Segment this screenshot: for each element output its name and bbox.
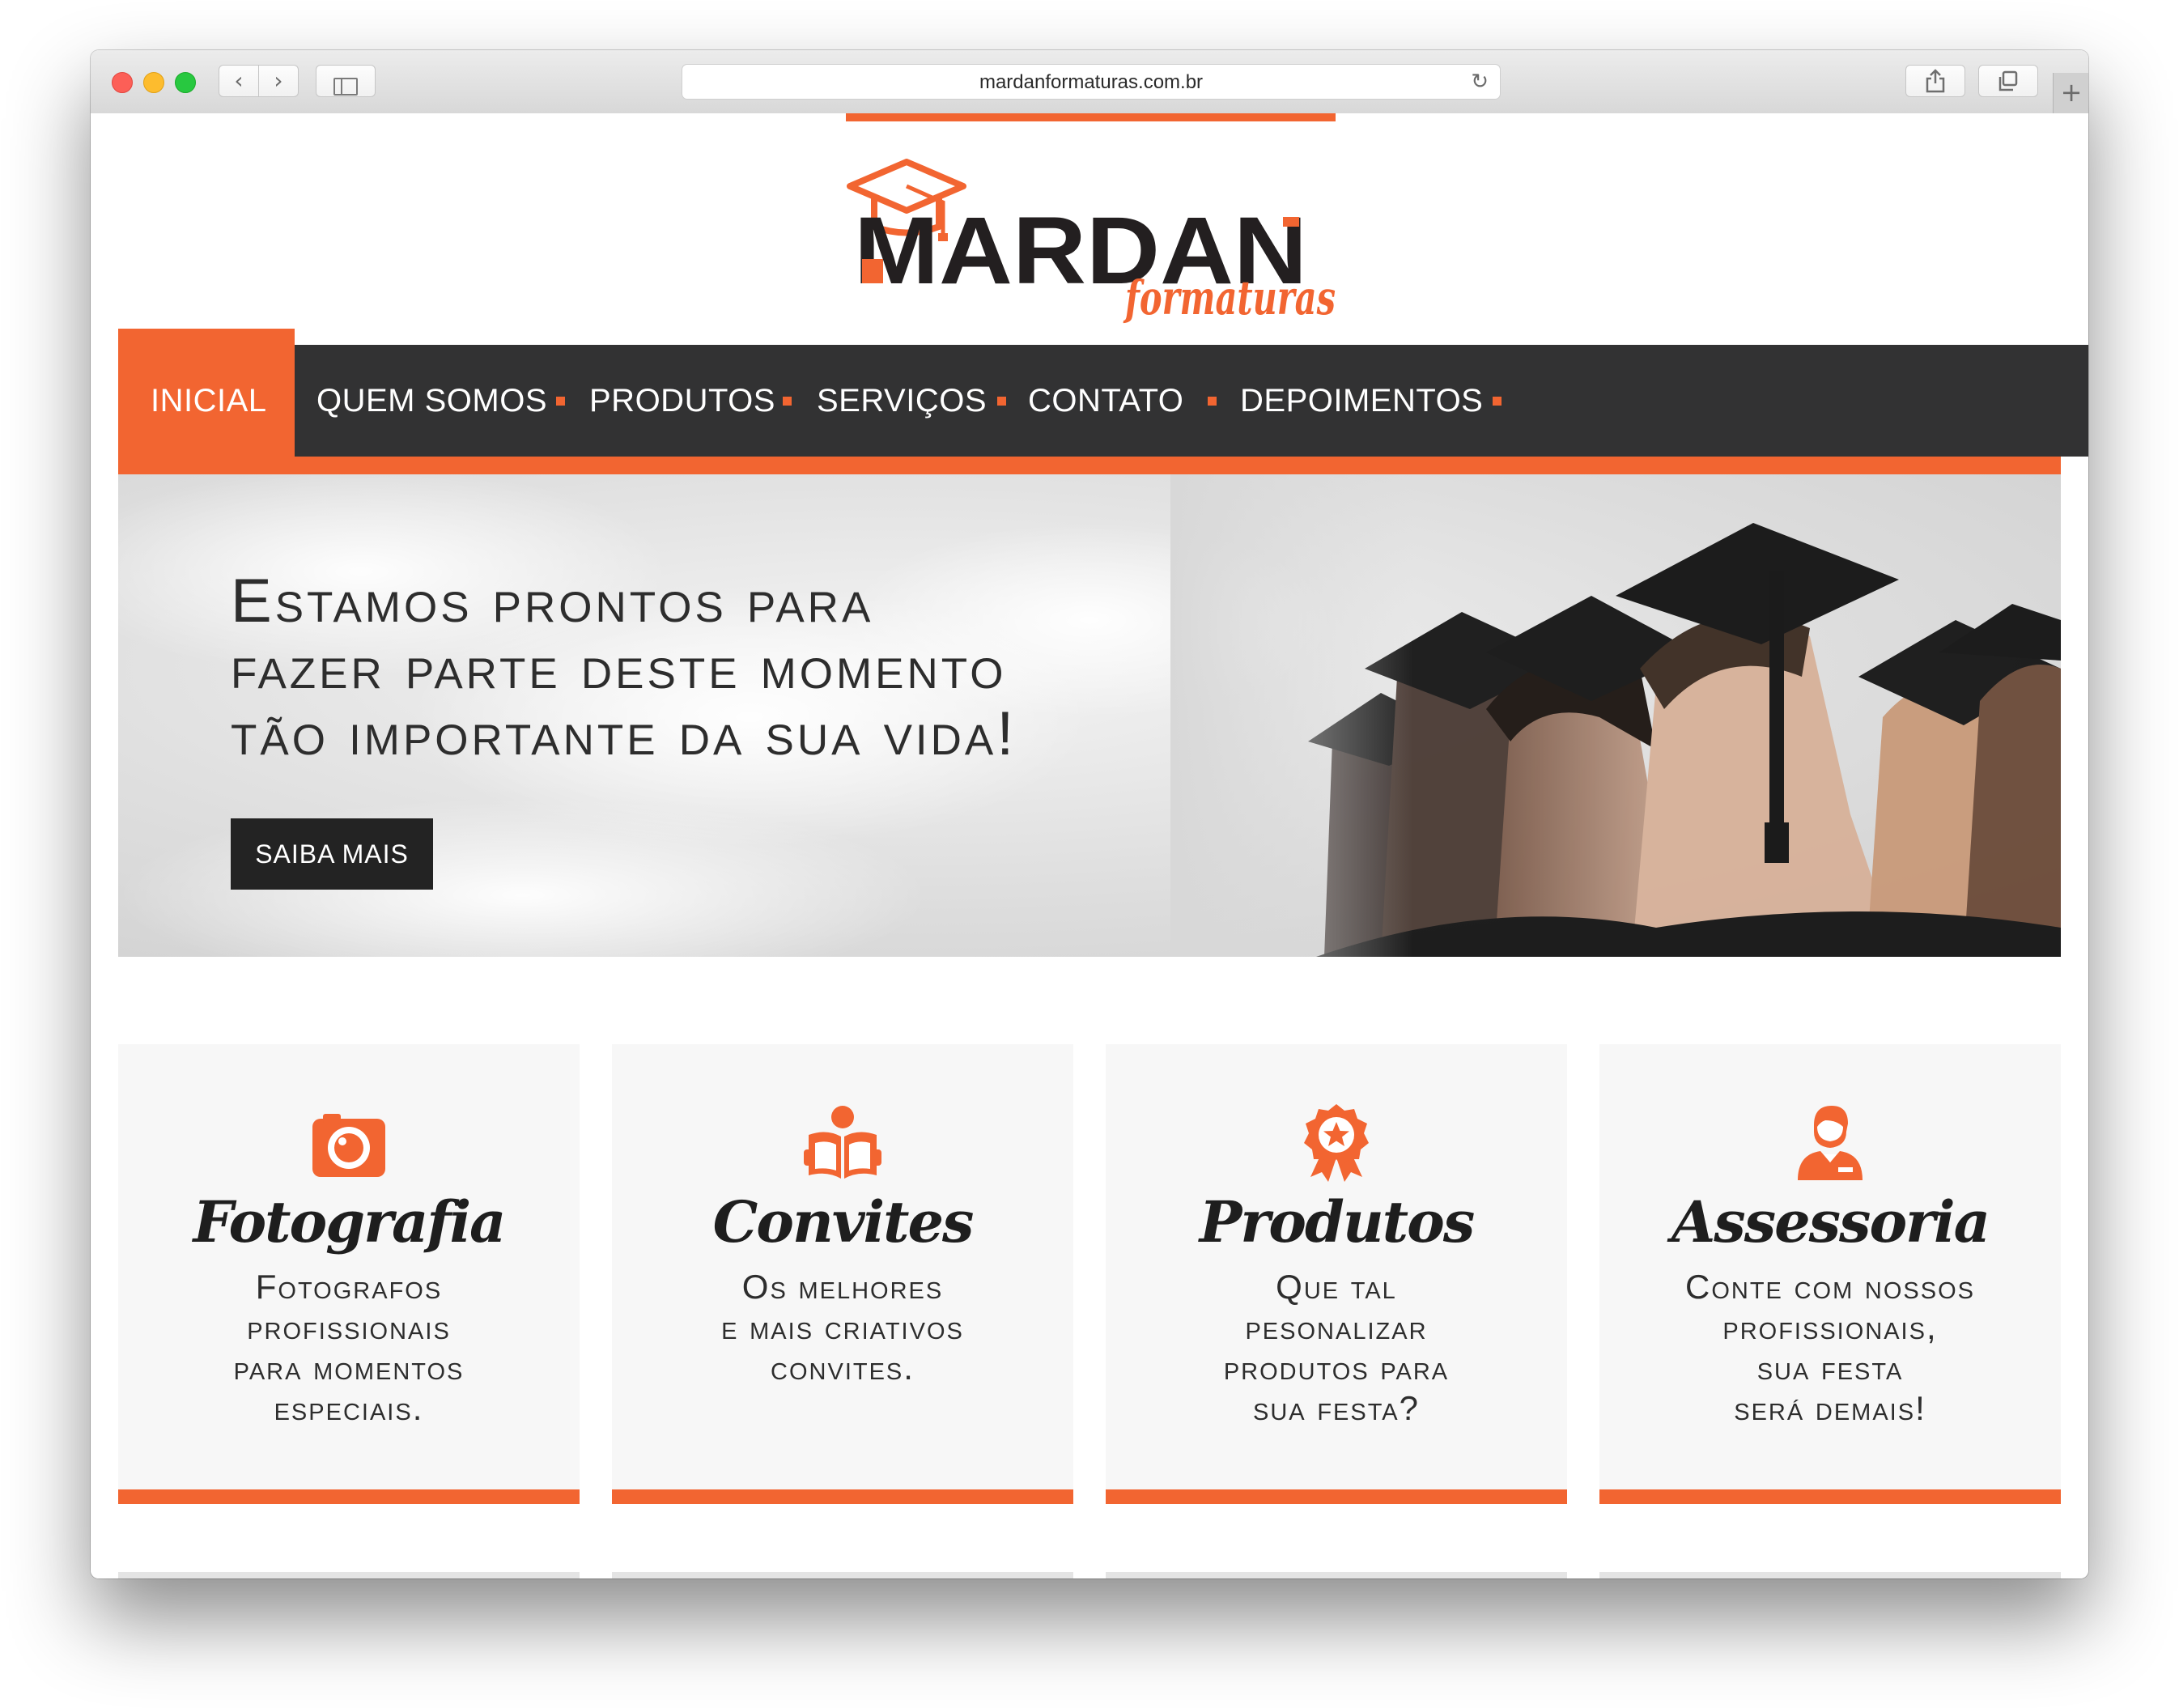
card-description: Fotografos profissionais para momentos e… [142, 1267, 555, 1429]
card-line: Os melhores [741, 1268, 944, 1306]
chevron-left-icon: ‹ [234, 67, 244, 94]
share-button[interactable] [1905, 65, 1965, 97]
plus-icon: + [2060, 77, 2083, 108]
book-icon [804, 1106, 881, 1179]
saiba-mais-button[interactable]: SAIBA MAIS [231, 818, 433, 890]
forward-button[interactable]: › [258, 65, 299, 97]
nav-item-quem-somos[interactable]: QUEM SOMOS [316, 345, 547, 457]
sidebar-icon [333, 78, 358, 96]
card-line: convites. [771, 1349, 915, 1387]
card-title: Convites [712, 1188, 975, 1256]
nav-item-inicial[interactable]: INICIAL [151, 345, 267, 457]
next-row-card-edge [1106, 1572, 1567, 1578]
hero-line: tão importante da sua vida! [231, 699, 1017, 768]
feature-card-produtos[interactable]: Produtos Que tal pesonalizar produtos pa… [1106, 1044, 1567, 1504]
sidebar-toggle-button[interactable] [316, 65, 376, 97]
logo-tagline-text: formaturas [1123, 270, 1336, 324]
card-accent-bar [1599, 1489, 2061, 1504]
card-title: Produtos [1199, 1188, 1475, 1256]
card-line: produtos para [1223, 1349, 1450, 1387]
tabs-icon [1998, 70, 2018, 91]
card-line: profissionais [247, 1308, 451, 1346]
nav-separator [556, 397, 565, 406]
card-accent-bar [612, 1489, 1073, 1504]
nav-item-produtos[interactable]: PRODUTOS [589, 345, 775, 457]
award-icon [1304, 1104, 1369, 1182]
feature-card-convites[interactable]: Convites Os melhores e mais criativos co… [612, 1044, 1073, 1504]
card-line: sua festa [1756, 1349, 1904, 1387]
share-icon [1926, 69, 1945, 93]
mardan-logo[interactable]: MARDAN formaturas [846, 138, 1348, 324]
nav-accent-bar [118, 457, 2061, 474]
card-title: Fotografia [193, 1188, 507, 1256]
next-row-card-edge [118, 1572, 580, 1578]
card-title: Assessoria [1671, 1188, 1990, 1256]
card-line: sua festa? [1253, 1389, 1420, 1427]
nav-item-contato[interactable]: CONTATO [1028, 345, 1183, 457]
user-icon [1798, 1106, 1863, 1180]
nav-separator [783, 397, 792, 406]
card-line: Fotografos [255, 1268, 443, 1306]
nav-separator [997, 397, 1006, 406]
card-line: para momentos [233, 1349, 465, 1387]
hero-line: fazer parte deste momento [231, 633, 1007, 702]
back-button[interactable]: ‹ [219, 65, 259, 97]
card-accent-bar [118, 1489, 580, 1504]
card-line: profissionais, [1722, 1308, 1938, 1346]
card-line: especiais. [274, 1389, 424, 1427]
hero-banner: Estamos prontos para fazer parte deste m… [118, 474, 2061, 957]
hero-line: Estamos prontos para [231, 567, 874, 635]
card-accent-bar [1106, 1489, 1567, 1504]
address-bar[interactable]: mardanformaturas.com.br ↻ [682, 64, 1501, 100]
browser-window: ‹ › mardanformaturas.com.br ↻ + MARDAN f… [91, 50, 2088, 1578]
card-description: Os melhores e mais criativos convites. [636, 1267, 1049, 1388]
hero-headline: Estamos prontos para fazer parte deste m… [231, 568, 1202, 767]
card-line: Que tal [1276, 1268, 1397, 1306]
camera-icon [312, 1114, 385, 1177]
nav-separator [1208, 397, 1217, 406]
next-row-card-edge [1599, 1572, 2061, 1578]
minimize-window-button[interactable] [143, 72, 164, 93]
web-page: MARDAN formaturas INICIAL QUEM SOMOS PRO… [91, 113, 2088, 1578]
nav-item-servicos[interactable]: SERVIÇOS [817, 345, 987, 457]
next-row-card-edge [612, 1572, 1073, 1578]
card-line: e mais criativos [721, 1308, 964, 1346]
nav-item-depoimentos[interactable]: DEPOIMENTOS [1240, 345, 1483, 457]
new-tab-button[interactable]: + [2053, 73, 2088, 113]
url-text: mardanformaturas.com.br [979, 71, 1204, 93]
card-description: Conte com nossos profissionais, sua fest… [1624, 1267, 2037, 1429]
tab-overview-button[interactable] [1978, 65, 2038, 97]
nav-separator [1493, 397, 1502, 406]
logo-accent-bar [846, 113, 1336, 121]
chevron-right-icon: › [274, 67, 283, 94]
browser-toolbar: ‹ › mardanformaturas.com.br ↻ + [91, 50, 2088, 114]
close-window-button[interactable] [112, 72, 133, 93]
reload-icon[interactable]: ↻ [1471, 65, 1489, 99]
feature-card-fotografia[interactable]: Fotografia Fotografos profissionais para… [118, 1044, 580, 1504]
card-line: será demais! [1734, 1389, 1926, 1427]
card-description: Que tal pesonalizar produtos para sua fe… [1130, 1267, 1543, 1429]
card-line: Conte com nossos [1685, 1268, 1975, 1306]
zoom-window-button[interactable] [175, 72, 196, 93]
feature-card-assessoria[interactable]: Assessoria Conte com nossos profissionai… [1599, 1044, 2061, 1504]
card-line: pesonalizar [1245, 1308, 1428, 1346]
